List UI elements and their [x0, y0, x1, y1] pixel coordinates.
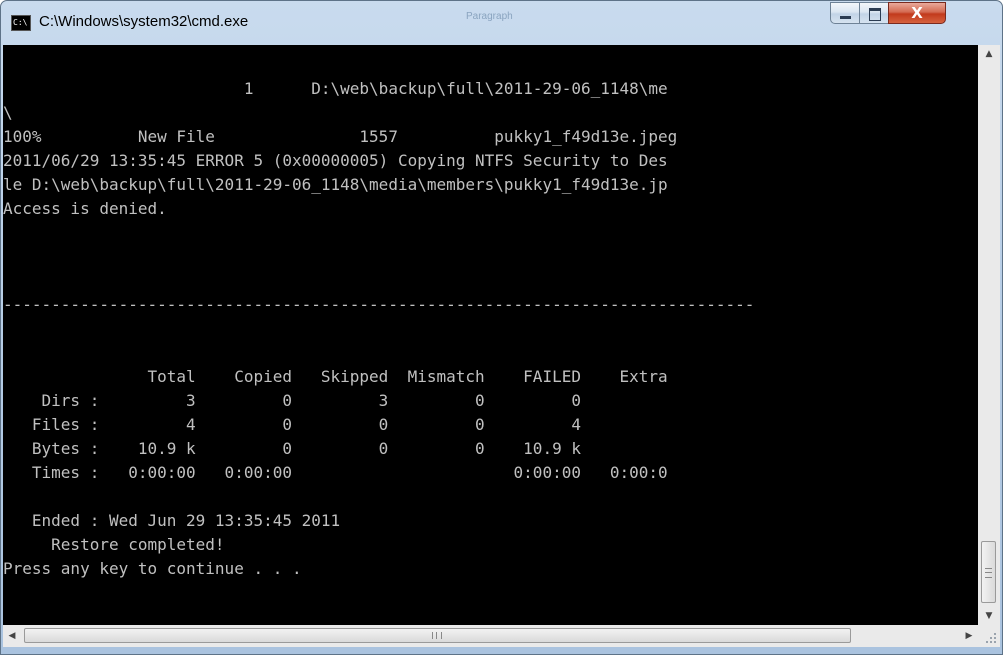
scroll-down-arrow-icon[interactable]: ▼ — [978, 607, 1000, 625]
console-lines: 1 D:\web\backup\full\2011-29-06_1148\me \… — [3, 45, 978, 625]
console-line: 1 D:\web\backup\full\2011-29-06_1148\me — [3, 79, 668, 98]
console-line: Dirs : 3 0 3 0 0 — [3, 391, 581, 410]
console-line: Files : 4 0 0 0 4 — [3, 415, 581, 434]
console-line: Times : 0:00:00 0:00:00 0:00:00 0:00:0 — [3, 463, 668, 482]
cmd-window: C:\ C:\Windows\system32\cmd.exe Paragrap… — [0, 0, 1003, 655]
grip-icon — [432, 632, 442, 639]
console-line: 100% New File 1557 pukky1_f49d13e.jpeg — [3, 127, 678, 146]
console-line: ----------------------------------------… — [3, 295, 755, 314]
console-line: le D:\web\backup\full\2011-29-06_1148\me… — [3, 175, 668, 194]
scroll-right-arrow-icon[interactable]: ▶ — [960, 625, 978, 647]
vertical-scroll-thumb[interactable] — [981, 541, 996, 603]
console-line: 2011/06/29 13:35:45 ERROR 5 (0x00000005)… — [3, 151, 668, 170]
background-window-label: Paragraph — [466, 11, 513, 22]
cmd-app-icon[interactable]: C:\ — [11, 15, 31, 31]
title-bar[interactable]: C:\ C:\Windows\system32\cmd.exe Paragrap… — [1, 1, 1002, 45]
console-line: Bytes : 10.9 k 0 0 0 10.9 k — [3, 439, 581, 458]
console-line: Ended : Wed Jun 29 13:35:45 2011 — [3, 511, 341, 530]
horizontal-scrollbar[interactable]: ◀ ▶ — [3, 625, 978, 647]
console-line: Access is denied. — [3, 199, 167, 218]
resize-grip-icon[interactable] — [978, 625, 1000, 647]
close-button[interactable]: X — [888, 2, 946, 24]
maximize-icon — [869, 8, 881, 21]
close-icon: X — [911, 4, 923, 22]
console-line: Press any key to continue . . . — [3, 559, 302, 578]
maximize-button[interactable] — [859, 2, 889, 24]
console-line: Total Copied Skipped Mismatch FAILED Ext… — [3, 367, 668, 386]
console-output[interactable]: 1 D:\web\backup\full\2011-29-06_1148\me \… — [3, 45, 978, 625]
minimize-icon — [840, 16, 851, 19]
window-title: C:\Windows\system32\cmd.exe — [39, 13, 249, 30]
horizontal-scroll-thumb[interactable] — [24, 628, 851, 643]
scroll-up-arrow-icon[interactable]: ▲ — [978, 45, 1000, 63]
scroll-left-arrow-icon[interactable]: ◀ — [3, 625, 21, 647]
console-line: \ — [3, 103, 13, 122]
grip-icon — [985, 568, 992, 578]
vertical-scrollbar[interactable]: ▲ ▼ — [978, 45, 1000, 625]
minimize-button[interactable] — [830, 2, 860, 24]
console-line: Restore completed! — [3, 535, 225, 554]
